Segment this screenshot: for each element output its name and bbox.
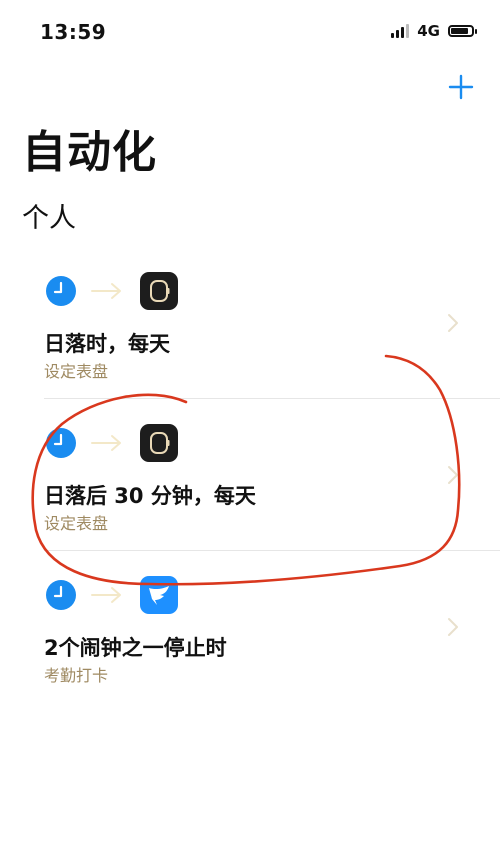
automation-title: 2个闹钟之一停止时 — [44, 636, 227, 660]
automation-subtitle: 设定表盘 — [44, 362, 109, 381]
arrow-right-icon — [91, 283, 121, 299]
automation-title: 日落时，每天 — [44, 332, 170, 356]
automation-subtitle: 设定表盘 — [44, 514, 109, 533]
watch-app-icon — [140, 424, 178, 462]
icon-row — [46, 272, 178, 310]
divider — [44, 398, 500, 399]
divider — [44, 550, 500, 551]
status-time: 13:59 — [40, 20, 107, 44]
add-automation-button[interactable] — [444, 70, 478, 104]
icon-row — [46, 576, 178, 614]
page-title: 自动化 — [22, 127, 157, 178]
arrow-right-icon — [91, 587, 121, 603]
clock-icon — [46, 580, 76, 610]
icon-row — [46, 424, 178, 462]
chevron-right-icon — [448, 314, 458, 332]
chevron-right-icon — [448, 618, 458, 636]
dingtalk-app-icon — [140, 576, 178, 614]
automation-subtitle: 考勤打卡 — [44, 666, 109, 685]
chevron-right-icon — [448, 466, 458, 484]
automation-item[interactable]: 日落时，每天 设定表盘 — [0, 250, 500, 400]
automation-title: 日落后 30 分钟，每天 — [44, 484, 256, 508]
status-icons: 4G — [391, 22, 477, 40]
watch-app-icon — [140, 272, 178, 310]
signal-icon — [391, 24, 410, 38]
battery-icon — [448, 25, 477, 37]
clock-icon — [46, 428, 76, 458]
automation-item[interactable]: 2个闹钟之一停止时 考勤打卡 — [0, 554, 500, 704]
arrow-right-icon — [91, 435, 121, 451]
plus-icon — [448, 74, 474, 100]
section-header: 个人 — [22, 203, 76, 234]
status-bar: 13:59 4G — [0, 0, 500, 60]
automation-item[interactable]: 日落后 30 分钟，每天 设定表盘 — [0, 402, 500, 552]
network-label: 4G — [417, 22, 440, 40]
clock-icon — [46, 276, 76, 306]
